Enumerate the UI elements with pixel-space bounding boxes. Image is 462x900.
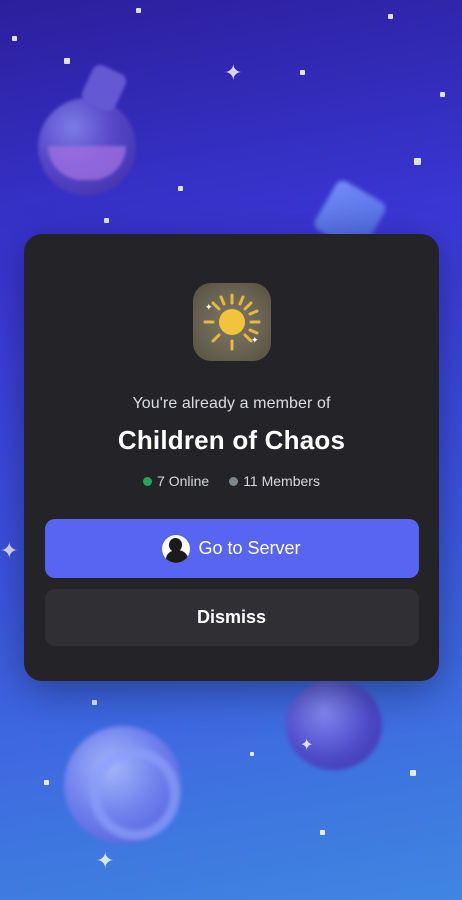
star-decoration <box>104 218 109 223</box>
dismiss-button[interactable]: Dismiss <box>44 589 419 646</box>
online-status-dot <box>143 476 153 486</box>
sparkle-icon: ✦ <box>224 60 243 85</box>
go-to-server-button[interactable]: Go to Server <box>44 519 419 578</box>
go-to-server-label: Go to Server <box>198 538 301 558</box>
online-count: 7 Online <box>157 473 210 489</box>
star-decoration <box>178 186 183 191</box>
dismiss-label: Dismiss <box>196 607 267 627</box>
star-decoration <box>136 8 141 13</box>
star-decoration <box>250 752 254 756</box>
sparkle-icon: ✦ <box>0 538 19 563</box>
star-decoration <box>12 36 17 41</box>
online-stat: 7 Online <box>143 473 209 489</box>
server-name: Children of Chaos <box>117 425 346 455</box>
star-decoration <box>410 770 416 776</box>
invite-card: ✦ ✦ You're already a member of Children … <box>24 234 439 681</box>
star-decoration <box>320 830 325 835</box>
star-decoration <box>64 58 70 64</box>
star-decoration <box>414 158 421 165</box>
svg-text:✦: ✦ <box>205 303 213 313</box>
sparkle-icon: ✦ <box>96 848 115 873</box>
member-count: 11 Members <box>243 473 320 489</box>
server-icon: ✦ ✦ <box>192 283 271 361</box>
potion-decoration <box>38 98 136 196</box>
coin-decoration <box>64 726 182 844</box>
already-member-text: You're already a member of <box>132 395 331 412</box>
star-decoration <box>300 70 305 75</box>
avatar <box>162 534 191 563</box>
members-stat: 11 Members <box>229 473 320 489</box>
sun-icon: ✦ ✦ <box>203 293 260 351</box>
star-decoration <box>44 780 49 785</box>
orb-decoration <box>286 680 382 770</box>
members-status-dot <box>229 476 239 486</box>
sparkle-icon: ✦ <box>300 737 314 754</box>
svg-text:✦: ✦ <box>251 336 259 346</box>
star-decoration <box>388 14 393 19</box>
star-decoration <box>440 92 445 97</box>
star-decoration <box>92 700 97 705</box>
server-stats: 7 Online 11 Members <box>143 473 320 489</box>
